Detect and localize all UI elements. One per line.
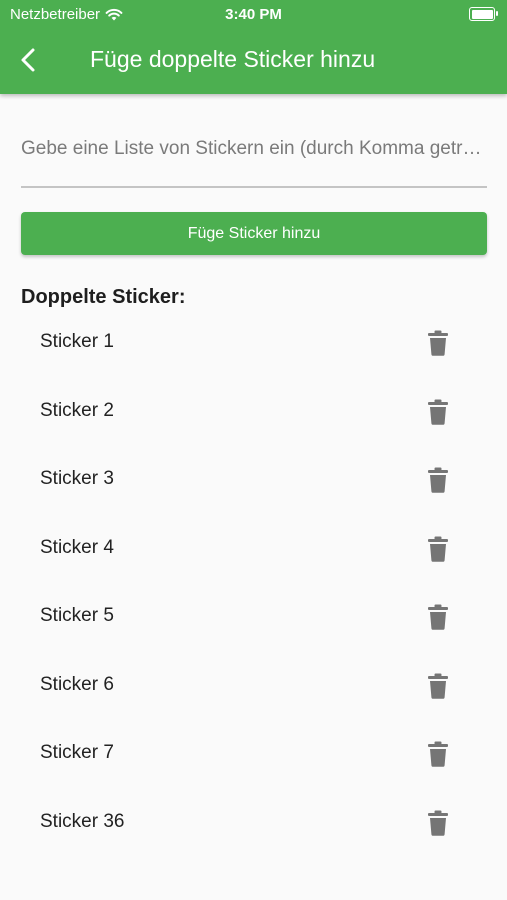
sticker-input-field [21,134,487,188]
sticker-list: Sticker 1 Sticker 2 Sticker 3 Sticker 4 … [0,308,507,856]
sticker-label: Sticker 1 [40,331,114,352]
battery-icon [469,7,498,21]
trash-icon[interactable] [426,604,450,630]
add-stickers-button[interactable]: Füge Sticker hinzu [21,212,487,255]
list-item: Sticker 1 [0,308,507,377]
list-item: Sticker 6 [0,651,507,720]
trash-icon[interactable] [426,536,450,562]
sticker-label: Sticker 6 [40,673,114,695]
sticker-label: Sticker 4 [40,536,114,558]
back-button[interactable] [12,44,44,76]
chevron-left-icon [21,48,35,72]
app-bar: Netzbetreiber 3:40 PM Füge doppelte Stic… [0,0,507,94]
trash-icon[interactable] [426,467,450,493]
status-time: 3:40 PM [225,6,282,23]
trash-icon[interactable] [426,810,450,836]
trash-icon[interactable] [426,399,450,425]
list-item: Sticker 4 [0,514,507,583]
sticker-label: Sticker 2 [40,399,114,421]
sticker-list-input[interactable] [21,134,487,164]
list-item: Sticker 36 [0,788,507,857]
list-item: Sticker 3 [0,445,507,514]
list-item: Sticker 7 [0,719,507,788]
sticker-label: Sticker 3 [40,468,114,489]
trash-icon[interactable] [426,330,450,356]
sticker-label: Sticker 5 [40,605,114,626]
list-item: Sticker 5 [0,582,507,651]
trash-icon[interactable] [426,741,450,767]
list-item: Sticker 2 [0,377,507,446]
sticker-label: Sticker 36 [40,810,125,832]
status-bar: Netzbetreiber 3:40 PM [0,0,507,28]
duplicate-stickers-heading: Doppelte Sticker: [21,286,186,308]
sticker-label: Sticker 7 [40,742,114,763]
trash-icon[interactable] [426,673,450,699]
page-title: Füge doppelte Sticker hinzu [90,46,376,72]
